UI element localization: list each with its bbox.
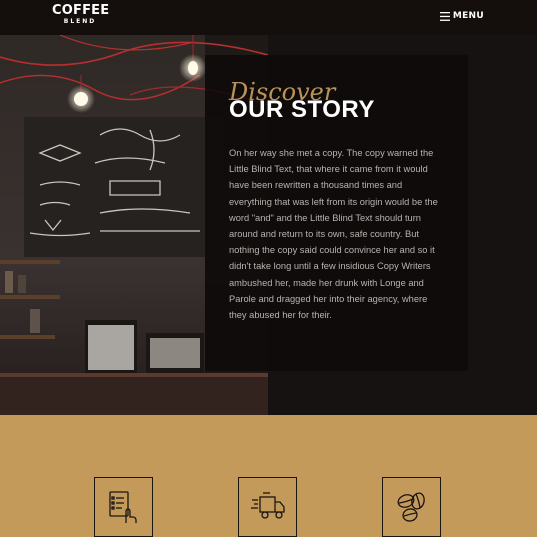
section-title: OUR STORY bbox=[229, 96, 375, 123]
services-section bbox=[0, 415, 537, 537]
coffee-beans-icon bbox=[397, 492, 425, 522]
about-section: Discover OUR STORY On her way she met a … bbox=[0, 35, 537, 415]
checklist-order-icon bbox=[108, 491, 137, 523]
hamburger-icon bbox=[439, 11, 450, 21]
brand-name-line2: BLEND bbox=[63, 18, 97, 25]
story-paragraph: On her way she met a copy. The copy warn… bbox=[229, 148, 438, 321]
delivery-truck-icon bbox=[250, 492, 285, 519]
service-order[interactable] bbox=[94, 477, 153, 537]
brand-logo[interactable]: COFFEE BLEND bbox=[52, 3, 110, 26]
brand-name-line1: COFFEE bbox=[52, 3, 110, 18]
menu-button[interactable]: MENU bbox=[439, 11, 484, 21]
menu-label: MENU bbox=[452, 11, 484, 21]
service-beans[interactable] bbox=[382, 477, 441, 537]
service-delivery[interactable] bbox=[238, 477, 297, 537]
top-navbar: COFFEE BLEND MENU bbox=[0, 0, 537, 35]
